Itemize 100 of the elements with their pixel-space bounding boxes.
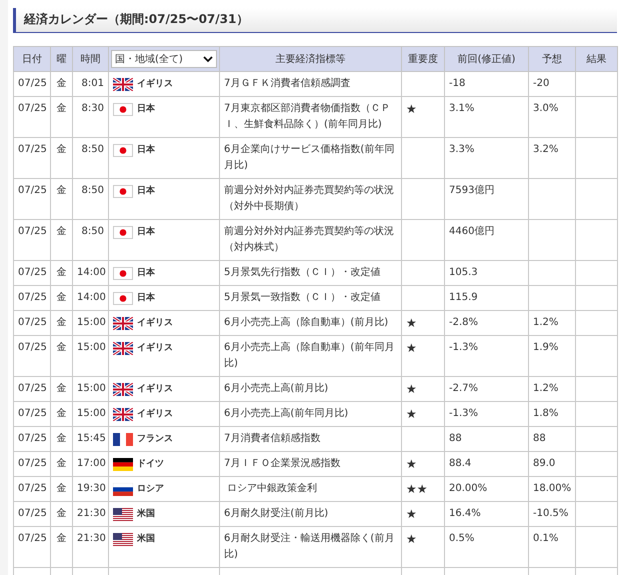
country-name: ドイツ	[137, 458, 164, 471]
forecast-cell: 3.2%	[528, 138, 576, 178]
date-cell: 07/25	[14, 260, 50, 286]
weekday-cell: 金	[50, 220, 72, 260]
importance-cell: ★	[402, 502, 444, 526]
indicator-cell: 前週分対外対内証券売買契約等の状況（対内株式）	[220, 220, 402, 260]
flag-icon	[113, 184, 133, 198]
country-name: 日本	[137, 184, 155, 198]
previous-cell: 4460億円	[444, 220, 528, 260]
weekday-cell: 金	[50, 260, 72, 286]
indicator-cell: 7月ＩＦＯ企業景況感指数	[220, 452, 402, 476]
flag-icon	[113, 266, 133, 280]
date-cell: 07/25	[14, 336, 50, 376]
date-cell: 07/25	[14, 526, 50, 568]
weekday-cell: 金	[50, 476, 72, 502]
indicator-cell: 6月小売売上高（除自動車）(前月比)	[220, 310, 402, 336]
column-header: 予想	[528, 46, 576, 72]
forecast-cell: -20	[528, 72, 576, 96]
previous-cell: -2.8%	[444, 310, 528, 336]
indicator-cell: 5月景気一致指数（ＣＩ）・改定値	[220, 286, 402, 310]
weekday-cell: 金	[50, 426, 72, 452]
forecast-cell: -10.5%	[528, 502, 576, 526]
time-cell: 14:00	[72, 260, 108, 286]
column-header: 結果	[576, 46, 618, 72]
time-cell: 17:00	[72, 452, 108, 476]
indicator-cell: 7月東京都区部消費者物価指数（ＣＰＩ、生鮮食料品除く）(前年同月比)	[220, 96, 402, 138]
date-cell: 07/25	[14, 402, 50, 426]
region-dropdown[interactable]: 国・地域(全て)	[111, 50, 217, 68]
column-header: 前回(修正値)	[444, 46, 528, 72]
date-cell: 07/25	[14, 138, 50, 178]
date-cell: 07/25	[14, 476, 50, 502]
flag-icon	[113, 432, 133, 446]
flag-icon	[113, 102, 133, 116]
date-cell: 07/25	[14, 376, 50, 402]
flag-icon	[113, 144, 133, 156]
country-name: フランス	[137, 433, 173, 446]
indicator-cell: 5月景気先行指数（ＣＩ）・改定値	[220, 260, 402, 286]
importance-cell: ★	[402, 336, 444, 376]
country-name: イギリス	[137, 316, 173, 330]
indicator-cell: 6月耐久財受注(前月比)	[220, 502, 402, 526]
time-cell: 8:50	[72, 220, 108, 260]
importance-cell: ★	[402, 526, 444, 568]
date-cell: 07/25	[14, 178, 50, 220]
importance-cell: ★	[402, 310, 444, 336]
page-title: 経済カレンダー（期間:07/25〜07/31）	[13, 8, 617, 33]
forecast-cell: 0.1%	[528, 526, 576, 568]
previous-cell: 88.4	[444, 452, 528, 476]
forecast-cell: 1.9%	[528, 336, 576, 376]
weekday-cell: 金	[50, 526, 72, 568]
country-name: 日本	[137, 291, 155, 305]
column-header: 重要度	[402, 46, 444, 72]
date-cell: 07/25	[14, 72, 50, 96]
time-cell: 8:50	[72, 178, 108, 220]
date-cell: 07/25	[14, 310, 50, 336]
country-name: 米国	[137, 532, 155, 546]
weekday-cell: 金	[50, 502, 72, 526]
country-name: イギリス	[137, 382, 173, 396]
previous-cell: -1.3%	[444, 336, 528, 376]
forecast-cell: 3.0%	[528, 96, 576, 138]
indicator-cell: 6月小売売上高（除自動車）(前年同月比)	[220, 336, 402, 376]
time-cell: 21:30	[72, 526, 108, 568]
time-cell: 15:00	[72, 310, 108, 336]
flag-icon	[113, 458, 133, 470]
forecast-cell: 18.00%	[528, 476, 576, 502]
weekday-cell: 金	[50, 452, 72, 476]
indicator-cell: 7月ＧＦＫ消費者信頼感調査	[220, 72, 402, 96]
weekday-cell: 金	[50, 376, 72, 402]
date-cell: 07/25	[14, 452, 50, 476]
indicator-cell: 前週分対外対内証券売買契約等の状況（対外中長期債）	[220, 178, 402, 220]
importance-cell: ★	[402, 452, 444, 476]
forecast-cell: 1.8%	[528, 402, 576, 426]
country-name: 日本	[137, 225, 155, 239]
country-name: イギリス	[137, 408, 173, 421]
time-cell: 21:30	[72, 502, 108, 526]
previous-cell: 7593億円	[444, 178, 528, 220]
time-cell: 14:00	[72, 286, 108, 310]
forecast-cell: 1.2%	[528, 310, 576, 336]
country-name: 日本	[137, 266, 155, 280]
previous-cell: 0.5%	[444, 526, 528, 568]
time-cell: 15:00	[72, 376, 108, 402]
column-header: 曜	[50, 46, 72, 72]
previous-cell: 3.3%	[444, 138, 528, 178]
time-cell: 8:50	[72, 138, 108, 178]
flag-icon	[113, 408, 133, 420]
previous-cell: 16.4%	[444, 502, 528, 526]
country-name: イギリス	[137, 78, 173, 91]
indicator-cell: 6月小売売上高(前月比)	[220, 376, 402, 402]
flag-icon	[113, 316, 133, 330]
flag-icon	[113, 292, 133, 304]
weekday-cell: 金	[50, 96, 72, 138]
chevron-down-icon	[203, 56, 213, 62]
previous-cell: -18	[444, 72, 528, 96]
importance-cell: ★	[402, 402, 444, 426]
previous-cell: -1.3%	[444, 402, 528, 426]
date-cell: 07/25	[14, 502, 50, 526]
time-cell: 15:00	[72, 336, 108, 376]
previous-cell: 88	[444, 426, 528, 452]
indicator-cell: 6月企業向けサービス価格指数(前年同月比)	[220, 138, 402, 178]
column-header: 時間	[72, 46, 108, 72]
date-cell: 07/25	[14, 286, 50, 310]
